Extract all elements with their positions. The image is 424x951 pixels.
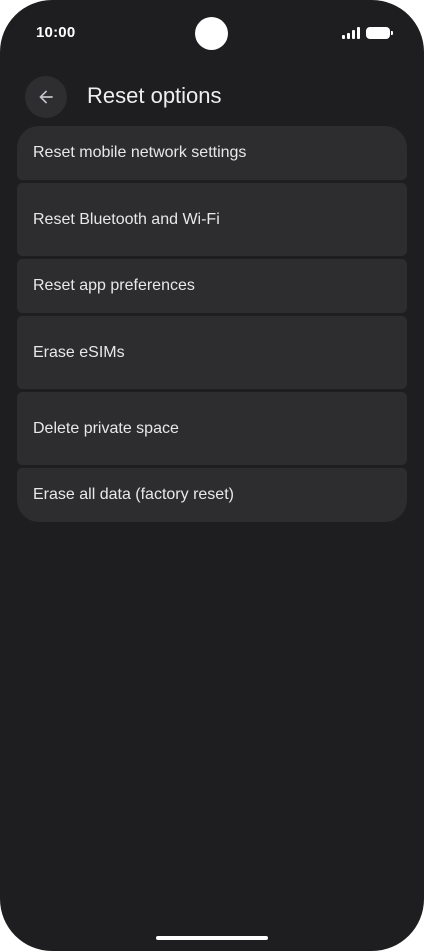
back-button[interactable] (25, 76, 67, 118)
status-time: 10:00 (36, 24, 76, 41)
option-label: Erase all data (factory reset) (33, 486, 234, 503)
option-label: Reset app preferences (33, 277, 195, 294)
signal-icon (342, 27, 360, 39)
delete-private-space-item[interactable]: Delete private space (17, 392, 407, 465)
top-app-bar: Reset options (0, 74, 424, 120)
erase-all-data-item[interactable]: Erase all data (factory reset) (17, 468, 407, 522)
option-label: Delete private space (33, 419, 179, 437)
reset-mobile-network-settings-item[interactable]: Reset mobile network settings (17, 126, 407, 180)
front-camera (195, 17, 228, 50)
arrow-left-icon (39, 90, 53, 104)
option-label: Reset Bluetooth and Wi-Fi (33, 210, 220, 228)
page-title: Reset options (87, 83, 222, 108)
home-indicator[interactable] (156, 936, 268, 940)
status-bar: 10:00 (0, 0, 424, 66)
option-label: Reset mobile network settings (33, 144, 247, 161)
phone-screen: 10:00 Reset options Reset mobile network… (0, 0, 424, 951)
reset-app-preferences-item[interactable]: Reset app preferences (17, 259, 407, 313)
reset-options-list: Reset mobile network settings Reset Blue… (17, 126, 407, 522)
status-icons (342, 27, 393, 39)
battery-icon (366, 27, 393, 39)
option-label: Erase eSIMs (33, 343, 125, 361)
erase-esims-item[interactable]: Erase eSIMs (17, 316, 407, 389)
reset-bluetooth-wifi-item[interactable]: Reset Bluetooth and Wi-Fi (17, 183, 407, 256)
